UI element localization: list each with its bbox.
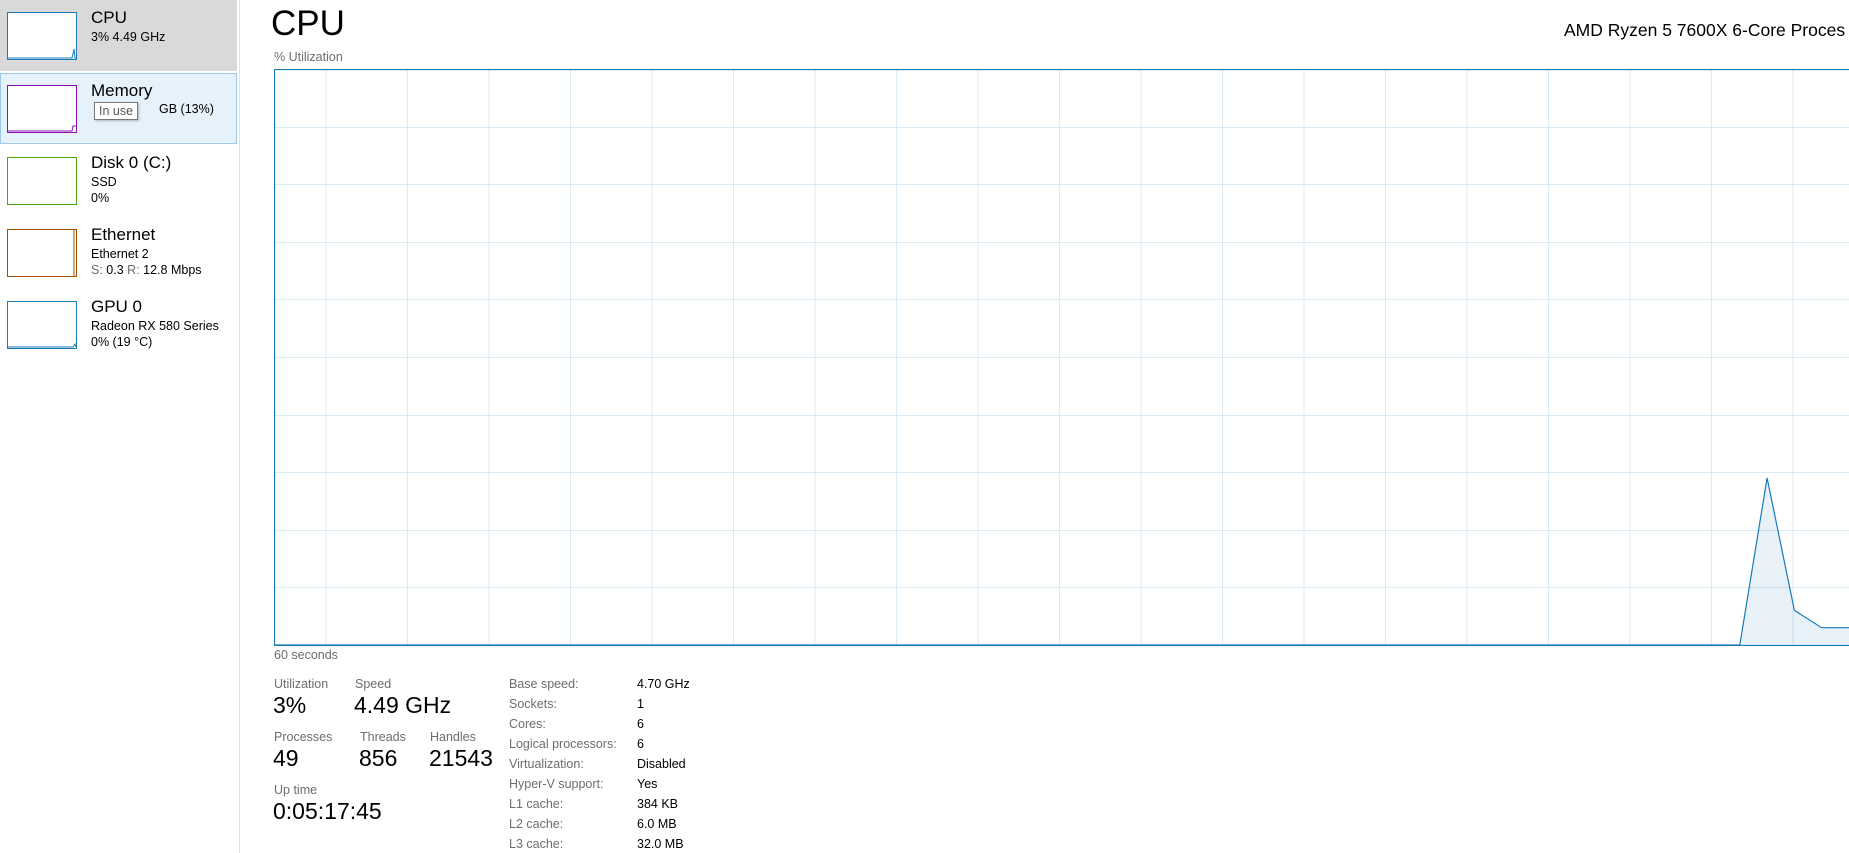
speed-label: Speed <box>355 677 392 691</box>
cpu-thumbnail-graph <box>7 12 77 60</box>
spec-label: Cores: <box>509 717 546 731</box>
spec-value: 6 <box>637 717 644 731</box>
spec-label: Hyper-V support: <box>509 777 604 791</box>
spec-label: L1 cache: <box>509 797 564 811</box>
memory-thumbnail-graph <box>7 85 77 133</box>
spec-label: L2 cache: <box>509 817 564 831</box>
spec-label: Base speed: <box>509 677 579 691</box>
sidebar-item-label: CPU <box>91 8 127 27</box>
sidebar-item-detail: 0% <box>91 191 110 205</box>
sidebar-item-detail: 0% (19 °C) <box>91 335 153 349</box>
sidebar-item-disk[interactable]: Disk 0 (C:) SSD 0% <box>0 145 237 216</box>
processes-value: 49 <box>273 745 299 771</box>
sidebar-item-detail: SSD <box>91 175 117 189</box>
spec-value: 1 <box>637 697 644 711</box>
sidebar-item-label: GPU 0 <box>91 297 143 316</box>
memory-usage-text: GB (13%) <box>159 102 214 116</box>
sidebar-item-ethernet[interactable]: Ethernet Ethernet 2 S: 0.3 R: 12.8 Mbps <box>0 217 237 288</box>
uptime-value: 0:05:17:45 <box>273 798 382 824</box>
utilization-label: Utilization <box>274 677 329 691</box>
spec-value: 32.0 MB <box>637 837 684 851</box>
tooltip: In use <box>94 102 139 120</box>
spec-value: Disabled <box>637 757 686 771</box>
speed-value: 4.49 GHz <box>354 692 452 718</box>
processor-name: AMD Ryzen 5 7600X 6-Core Proces <box>1564 20 1846 40</box>
sidebar-item-detail: Ethernet 2 <box>91 247 149 261</box>
performance-sidebar: CPU 3% 4.49 GHz Memory GB (13%) Disk 0 (… <box>0 0 240 853</box>
sidebar-item-gpu[interactable]: GPU 0 Radeon RX 580 Series 0% (19 °C) <box>0 289 237 360</box>
sidebar-item-label: Ethernet <box>91 225 156 244</box>
graph-y-label: % Utilization <box>274 50 343 64</box>
spec-label: Sockets: <box>509 697 557 711</box>
spec-label: L3 cache: <box>509 837 564 851</box>
spec-value: 384 KB <box>637 797 679 811</box>
cpu-utilization-graph <box>274 69 1849 646</box>
spec-value: Yes <box>637 777 658 791</box>
handles-value: 21543 <box>429 745 493 771</box>
sidebar-item-cpu[interactable]: CPU 3% 4.49 GHz <box>0 0 237 71</box>
gpu-thumbnail-graph <box>7 301 77 349</box>
ethernet-thumbnail-graph <box>7 229 77 277</box>
uptime-label: Up time <box>274 783 318 797</box>
graph-x-label: 60 seconds <box>274 648 338 662</box>
spec-value: 6.0 MB <box>637 817 677 831</box>
sidebar-item-label: Disk 0 (C:) <box>91 153 172 172</box>
processes-label: Processes <box>274 730 333 744</box>
handles-label: Handles <box>430 730 476 744</box>
sidebar-item-label: Memory <box>91 81 153 100</box>
utilization-value: 3% <box>273 692 307 718</box>
sidebar-item-detail: Radeon RX 580 Series <box>91 319 219 333</box>
spec-value: 6 <box>637 737 644 751</box>
spec-label: Virtualization: <box>509 757 584 771</box>
spec-label: Logical processors: <box>509 737 617 751</box>
disk-thumbnail-graph <box>7 157 77 205</box>
sidebar-item-throughput: S: 0.3 R: 12.8 Mbps <box>91 263 202 277</box>
page-title: CPU <box>271 4 345 43</box>
spec-value: 4.70 GHz <box>637 677 690 691</box>
threads-value: 856 <box>359 745 398 771</box>
sidebar-item-detail: 3% 4.49 GHz <box>91 30 166 44</box>
threads-label: Threads <box>360 730 406 744</box>
